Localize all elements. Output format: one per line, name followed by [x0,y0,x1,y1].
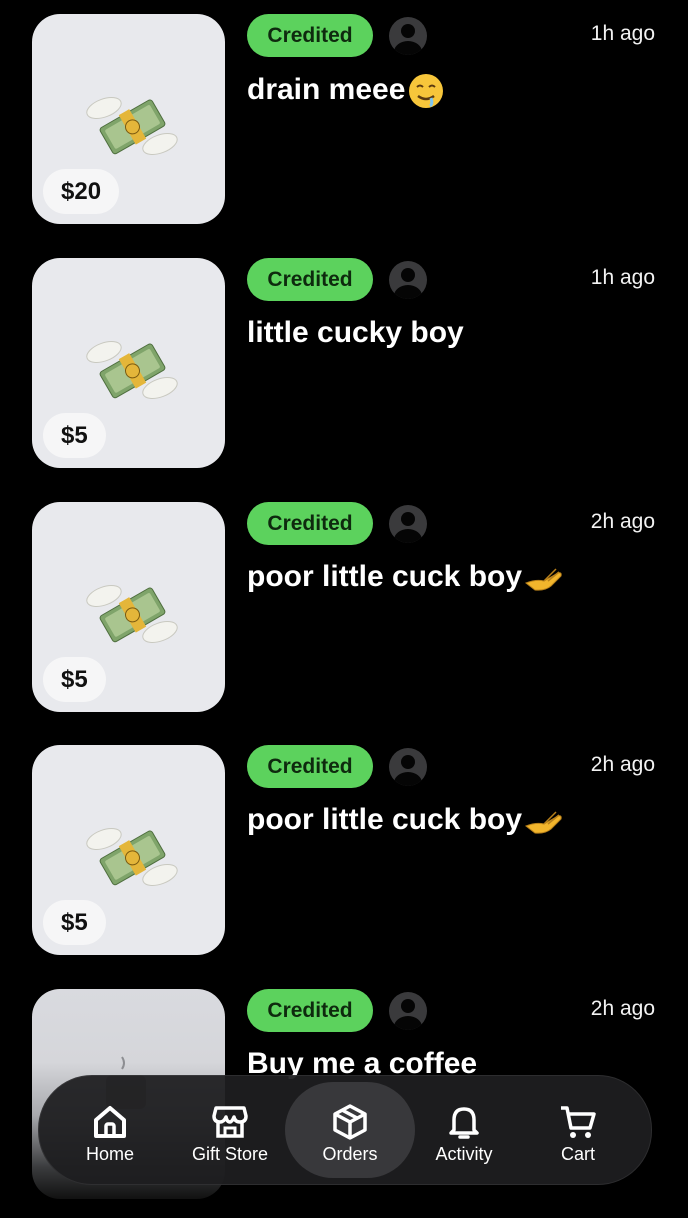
order-message: drain meee [247,72,445,110]
order-row[interactable]: $20 Credited 1h ago drain meee [0,0,688,243]
money-with-wings-icon [86,97,178,155]
drooling-face-icon [409,74,444,108]
nav-label: Activity [435,1144,493,1164]
avatar[interactable] [389,17,427,55]
price-label: $20 [43,169,120,214]
status-badge: Credited [247,989,373,1032]
timestamp: 1h ago [590,266,655,289]
nav-cart[interactable]: Cart [521,1082,635,1178]
order-message: little cucky boy [247,316,464,350]
message-text: little cucky boy [247,316,464,349]
order-row[interactable]: $5 Credited 1h ago little cucky boy [0,244,688,487]
message-text: poor little cuck boy [247,560,523,593]
nav-label: Home [85,1144,134,1164]
price-label: $5 [43,657,106,702]
status-badge: Credited [247,258,373,301]
timestamp: 2h ago [590,753,655,776]
palm-up-hand-icon [525,811,562,834]
nav-label: Cart [560,1144,595,1164]
nav-label: Orders [322,1144,378,1164]
box-icon [333,1104,367,1140]
bell-icon [449,1107,479,1139]
money-with-wings-icon [86,585,178,643]
status-badge: Credited [247,14,373,57]
nav-label: Gift Store [191,1144,269,1164]
gift-thumbnail[interactable]: $5 [32,745,225,955]
message-text: drain meee [247,72,406,106]
nav-activity[interactable]: Activity [407,1082,521,1178]
avatar[interactable] [389,505,427,543]
home-icon [94,1106,126,1138]
store-icon [212,1106,248,1138]
nav-orders[interactable]: Orders [285,1082,415,1178]
timestamp: 2h ago [590,510,655,533]
price-label: $5 [43,900,106,945]
timestamp: 2h ago [590,997,655,1020]
avatar[interactable] [389,992,427,1030]
gift-thumbnail[interactable]: $5 [32,502,225,712]
money-with-wings-icon [86,341,178,399]
status-badge: Credited [247,745,373,788]
nav-home[interactable]: Home [53,1082,167,1178]
price-label: $5 [43,413,106,458]
palm-up-hand-icon [525,568,562,591]
nav-gift-store[interactable]: Gift Store [173,1082,287,1178]
money-with-wings-icon [86,828,178,886]
order-message: poor little cuck boy [247,803,564,837]
order-row[interactable]: $5 Credited 2h ago poor little cuck boy [0,488,688,731]
order-message: poor little cuck boy [247,560,564,594]
order-row[interactable]: $5 Credited 2h ago poor little cuck boy [0,731,688,974]
cart-icon [561,1106,596,1138]
gift-thumbnail[interactable]: $20 [32,14,225,224]
avatar[interactable] [389,748,427,786]
message-text: poor little cuck boy [247,803,523,836]
gift-thumbnail[interactable]: $5 [32,258,225,468]
timestamp: 1h ago [590,22,655,45]
avatar[interactable] [389,261,427,299]
bottom-nav: Home Gift Store Orders Activity Cart [38,1075,652,1185]
status-badge: Credited [247,502,373,545]
